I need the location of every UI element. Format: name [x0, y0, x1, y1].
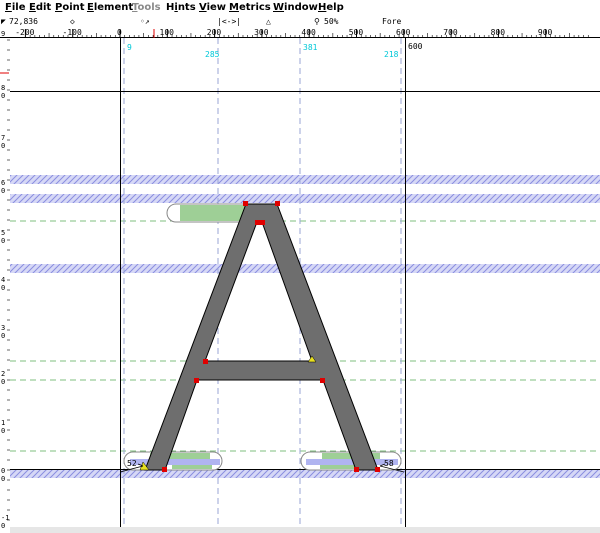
blue-zone	[10, 264, 600, 273]
left-ruler-label: 3	[1, 324, 5, 332]
left-ruler: 9 807060504030201000-10	[0, 30, 10, 533]
on-curve-point	[260, 220, 265, 225]
left-ruler-zero: 0	[1, 522, 5, 530]
ruler-tick-label: -100	[63, 28, 82, 37]
left-ruler-zero: 0	[1, 92, 5, 100]
ruler-tick-label: 300	[254, 28, 269, 37]
left-ruler-zero: 0	[1, 427, 5, 435]
left-ruler-label: -1	[1, 514, 9, 522]
on-curve-point	[354, 467, 359, 472]
on-curve-point	[162, 467, 167, 472]
ruler-tick-label: 900	[538, 28, 553, 37]
on-curve-point	[275, 201, 280, 206]
left-ruler-label: 7	[1, 134, 5, 142]
ruler-tick-label: -200	[15, 28, 34, 37]
ruler-tick-label: 800	[491, 28, 506, 37]
on-curve-point	[375, 467, 380, 472]
top-serif-hint	[166, 203, 247, 223]
ruler-tick-label: 0	[117, 28, 122, 37]
left-ruler-zero: 0	[1, 284, 5, 292]
left-ruler-label: 4	[1, 276, 5, 284]
left-ruler-zero: 0	[1, 187, 5, 195]
left-ruler-label: 5	[1, 229, 5, 237]
top-ruler: -200 -100 0 100 200 300 400 500 600 700 800 900	[0, 28, 600, 38]
on-curve-point	[194, 378, 199, 383]
glyph-outline-a[interactable]	[144, 203, 379, 471]
ruler-tick-label: 600	[396, 28, 411, 37]
on-curve-point	[243, 201, 248, 206]
on-curve-point	[320, 378, 325, 383]
left-ruler-label: 1	[1, 419, 5, 427]
ruler-tick-label: 400	[301, 28, 316, 37]
stem-label: 381	[303, 43, 318, 52]
advance-width-label: 600	[408, 42, 423, 51]
stem-label: 9	[127, 43, 132, 52]
left-ruler-zero: 0	[1, 237, 5, 245]
serif-width-label: 52	[127, 459, 137, 468]
on-curve-point	[255, 220, 260, 225]
ruler-tick-label: 500	[349, 28, 364, 37]
stem-label: 285	[205, 50, 220, 59]
ruler-tick-label: 700	[443, 28, 458, 37]
left-ruler-label: 0	[1, 467, 5, 475]
blue-zone	[10, 175, 600, 184]
on-curve-point	[203, 359, 208, 364]
left-ruler-label: 2	[1, 370, 5, 378]
blue-zone	[10, 470, 600, 478]
ruler-tick-label: 200	[207, 28, 222, 37]
horizontal-scrollbar[interactable]	[10, 527, 600, 533]
left-ruler-zero: 0	[1, 332, 5, 340]
glyph-canvas[interactable]: -200 -100 0 100 200 300 400 500 600 700 800 900 9 8…	[0, 0, 600, 533]
stem-label: 218	[384, 50, 399, 59]
serif-width-label: 58	[384, 459, 394, 468]
blue-zone	[10, 194, 600, 203]
ruler-tick-label: 100	[160, 28, 175, 37]
left-ruler-label: 8	[1, 84, 5, 92]
left-ruler-zero: 0	[1, 142, 5, 150]
left-ruler-label: 6	[1, 179, 5, 187]
left-ruler-zero: 0	[1, 475, 5, 483]
left-ruler-zero: 0	[1, 378, 5, 386]
ruler-corner-label: 9	[1, 30, 5, 38]
